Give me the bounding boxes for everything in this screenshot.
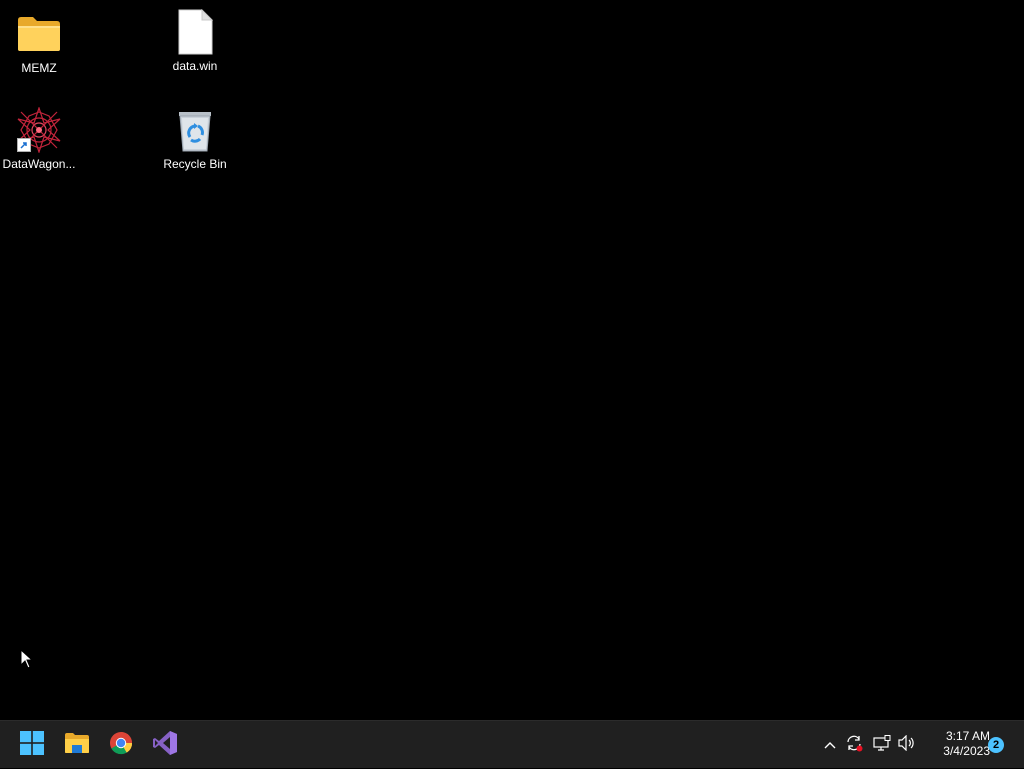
tray-volume-button[interactable] bbox=[896, 721, 918, 769]
visual-studio-icon bbox=[152, 730, 178, 761]
clock-date: 3/4/2023 bbox=[943, 744, 990, 758]
taskbar-clock[interactable]: 3:17 AM 3/4/2023 bbox=[924, 729, 990, 759]
desktop-icon-label: data.win bbox=[172, 59, 218, 73]
desktop-icon-label: MEMZ bbox=[21, 61, 57, 75]
file-icon bbox=[171, 8, 219, 56]
desktop-icon-datawagon[interactable]: DataWagon... bbox=[0, 106, 78, 171]
network-icon bbox=[873, 734, 891, 756]
mouse-cursor-icon bbox=[20, 648, 34, 669]
tray-sync-button[interactable] bbox=[843, 721, 865, 769]
app-shortcut-icon bbox=[15, 106, 63, 154]
start-button[interactable] bbox=[12, 725, 52, 765]
recycle-bin-icon bbox=[171, 106, 219, 154]
notification-count-badge[interactable]: 2 bbox=[988, 737, 1004, 753]
sync-icon bbox=[845, 734, 863, 757]
tray-overflow-button[interactable] bbox=[820, 721, 840, 769]
tray-network-button[interactable] bbox=[871, 721, 893, 769]
file-explorer-icon bbox=[64, 732, 90, 759]
taskbar-chrome[interactable] bbox=[101, 725, 141, 765]
clock-time: 3:17 AM bbox=[945, 729, 990, 743]
desktop-icon-data-win[interactable]: data.win bbox=[156, 8, 234, 73]
volume-icon bbox=[898, 734, 916, 756]
desktop[interactable]: MEMZ data.win DataWagon... Recycle Bin bbox=[0, 0, 1024, 720]
taskbar-visual-studio[interactable] bbox=[145, 725, 185, 765]
desktop-icon-label: DataWagon... bbox=[2, 157, 76, 171]
desktop-icon-memz[interactable]: MEMZ bbox=[0, 10, 78, 75]
taskbar: 3:17 AM 3/4/2023 bbox=[0, 720, 1024, 768]
taskbar-file-explorer[interactable] bbox=[57, 725, 97, 765]
desktop-icon-label: Recycle Bin bbox=[163, 157, 227, 171]
chevron-up-icon bbox=[824, 736, 836, 754]
chrome-icon bbox=[109, 731, 133, 760]
desktop-icon-recycle-bin[interactable]: Recycle Bin bbox=[156, 106, 234, 171]
windows-start-icon bbox=[20, 730, 44, 760]
shortcut-arrow-icon bbox=[17, 138, 31, 152]
folder-icon bbox=[15, 10, 63, 58]
